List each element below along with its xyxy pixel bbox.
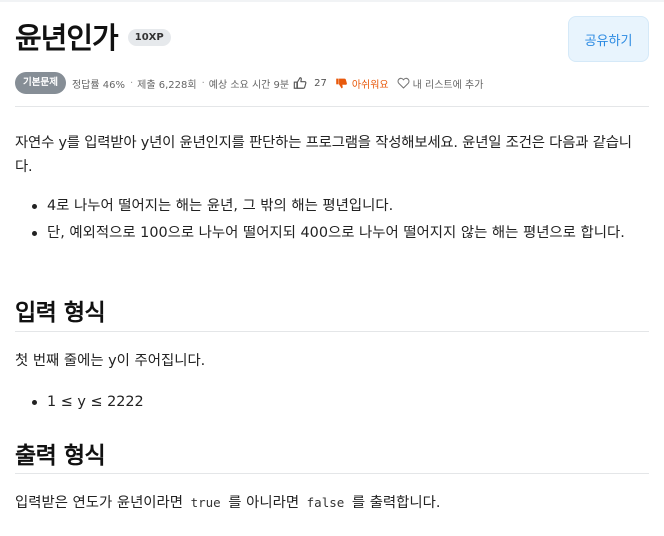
xp-badge: 10XP [127, 28, 171, 46]
title-row: 윤년인가 10XP [15, 16, 171, 56]
problem-title: 윤년인가 [15, 21, 119, 55]
output-text-suffix: 를 출력합니다. [351, 495, 441, 511]
thumbs-down-icon [335, 77, 348, 90]
separator-dot: · [201, 77, 205, 89]
problem-description: 자연수 y를 입력받아 y년이 윤년인지를 판단하는 프로그램을 작성해보세요.… [15, 131, 645, 248]
add-to-list-button[interactable]: 내 리스트에 추가 [397, 76, 484, 91]
problem-meta: 기본문제 정답률 46% · 제출 6,228회 · 예상 소요 시간 9분 2… [15, 71, 483, 95]
top-border [0, 0, 664, 2]
like-count: 27 [314, 77, 327, 89]
input-constraint: 1 ≤ y ≤ 2222 [15, 390, 144, 414]
submission-count: 제출 6,228회 [137, 79, 197, 91]
description-intro: 자연수 y를 입력받아 y년이 윤년인지를 판단하는 프로그램을 작성해보세요.… [15, 135, 632, 175]
input-format-text: 첫 번째 줄에는 y이 주어집니다. [15, 353, 206, 369]
true-code: true [190, 495, 221, 510]
output-heading-divider [15, 473, 649, 474]
rule-item: 단, 예외적으로 100으로 나누어 떨어지되 400으로 나누어 떨어지지 않… [15, 221, 645, 245]
level-badge: 기본문제 [15, 72, 66, 94]
input-constraint-list: 1 ≤ y ≤ 2222 [15, 390, 144, 414]
rule-list: 4로 나누어 떨어지는 해는 윤년, 그 밖의 해는 평년입니다. 단, 예외적… [15, 194, 645, 245]
header-divider [15, 106, 649, 107]
output-format-heading: 출력 형식 [15, 443, 106, 469]
false-code: false [306, 495, 345, 510]
input-format-heading: 입력 형식 [15, 300, 106, 326]
estimated-time: 예상 소요 시간 9분 [208, 79, 290, 91]
dislike-label: 아쉬워요 [351, 79, 389, 91]
add-to-list-label: 내 리스트에 추가 [412, 79, 484, 91]
heart-icon [397, 77, 410, 89]
thumbs-up-icon [293, 76, 307, 90]
output-format-text: 입력받은 연도가 윤년이라면 true 를 아니라면 false 를 출력합니다… [15, 491, 440, 515]
separator-dot: · [129, 77, 134, 89]
dislike-button[interactable]: 아쉬워요 [335, 76, 389, 91]
output-text-prefix: 입력받은 연도가 윤년이라면 [15, 495, 184, 511]
share-button[interactable]: 공유하기 [568, 16, 649, 62]
rule-item: 4로 나누어 떨어지는 해는 윤년, 그 밖의 해는 평년입니다. [15, 194, 645, 218]
accuracy-rate: 정답률 46% [71, 79, 125, 91]
input-heading-divider [15, 331, 649, 332]
output-text-middle: 를 아니라면 [228, 495, 300, 511]
like-button[interactable] [293, 76, 307, 90]
